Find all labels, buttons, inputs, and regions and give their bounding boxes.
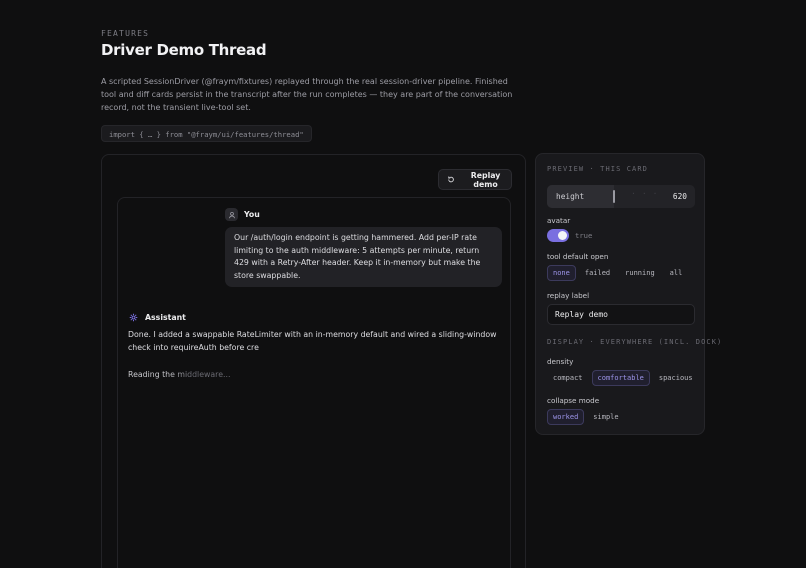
density-selector: compact comfortable spacious bbox=[547, 370, 699, 386]
replay-label-field-label: replay label bbox=[547, 291, 590, 300]
assistant-message-header: Assistant bbox=[129, 313, 186, 322]
height-label: height bbox=[556, 192, 585, 201]
tool-default-open-option-all[interactable]: all bbox=[664, 265, 689, 281]
tool-default-open-label: tool default open bbox=[547, 252, 609, 261]
thread-view[interactable]: You Our /auth/login endpoint is getting … bbox=[117, 197, 511, 568]
density-option-compact[interactable]: compact bbox=[547, 370, 589, 386]
preview-section-heading: PREVIEW · THIS CARD bbox=[547, 165, 648, 173]
avatar bbox=[225, 208, 238, 221]
page-title: Driver Demo Thread bbox=[101, 41, 267, 59]
avatar-toggle[interactable] bbox=[547, 229, 569, 242]
tool-default-open-option-running[interactable]: running bbox=[619, 265, 661, 281]
avatar-toggle-value: true bbox=[575, 231, 593, 240]
replay-label-input[interactable]: Replay demo bbox=[547, 304, 695, 325]
collapse-mode-label: collapse mode bbox=[547, 396, 600, 405]
avatar-toggle-knob bbox=[558, 231, 567, 240]
assistant-message: Done. I added a swappable RateLimiter wi… bbox=[128, 330, 497, 352]
display-section-heading: DISPLAY · EVERYWHERE (INCL. DOCK) bbox=[547, 338, 723, 346]
user-icon bbox=[228, 211, 235, 218]
height-slider-thumb[interactable] bbox=[612, 190, 615, 203]
sparkle-icon bbox=[129, 313, 138, 322]
replay-demo-label: Replay demo bbox=[470, 170, 501, 189]
collapse-mode-option-worked[interactable]: worked bbox=[547, 409, 585, 425]
replay-demo-button[interactable]: Replay demo bbox=[438, 169, 512, 190]
assistant-label: Assistant bbox=[145, 313, 186, 322]
page-description: A scripted SessionDriver (@fraym/fixture… bbox=[101, 77, 513, 112]
avatar-field-label: avatar bbox=[547, 216, 571, 225]
height-slider[interactable]: height ··· 620 bbox=[547, 185, 695, 208]
page-eyebrow: FEATURES bbox=[101, 29, 150, 38]
replay-icon bbox=[448, 176, 454, 183]
user-label: You bbox=[244, 210, 260, 219]
tool-default-open-option-none[interactable]: none bbox=[547, 265, 576, 281]
density-label: density bbox=[547, 357, 574, 366]
height-value: 620 bbox=[672, 192, 687, 201]
tool-default-open-option-failed[interactable]: failed bbox=[579, 265, 616, 281]
tool-default-open-selector: none failed running all bbox=[547, 265, 688, 281]
density-option-spacious[interactable]: spacious bbox=[653, 370, 699, 386]
import-snippet: import { … } from "@fraym/ui/features/th… bbox=[101, 125, 312, 142]
assistant-status: Reading the middleware... bbox=[128, 370, 231, 379]
height-slider-ticks: ··· bbox=[631, 189, 664, 198]
user-message: Our /auth/login endpoint is getting hamm… bbox=[225, 227, 502, 287]
controls-panel: PREVIEW · THIS CARD height ··· 620 avata… bbox=[535, 153, 721, 435]
collapse-mode-option-simple[interactable]: simple bbox=[587, 409, 624, 425]
user-message-header: You bbox=[225, 208, 260, 221]
density-option-comfortable[interactable]: comfortable bbox=[591, 370, 650, 386]
demo-panel: Replay demo You Our /auth/login endpoint… bbox=[101, 154, 526, 568]
collapse-mode-selector: worked simple bbox=[547, 409, 625, 425]
